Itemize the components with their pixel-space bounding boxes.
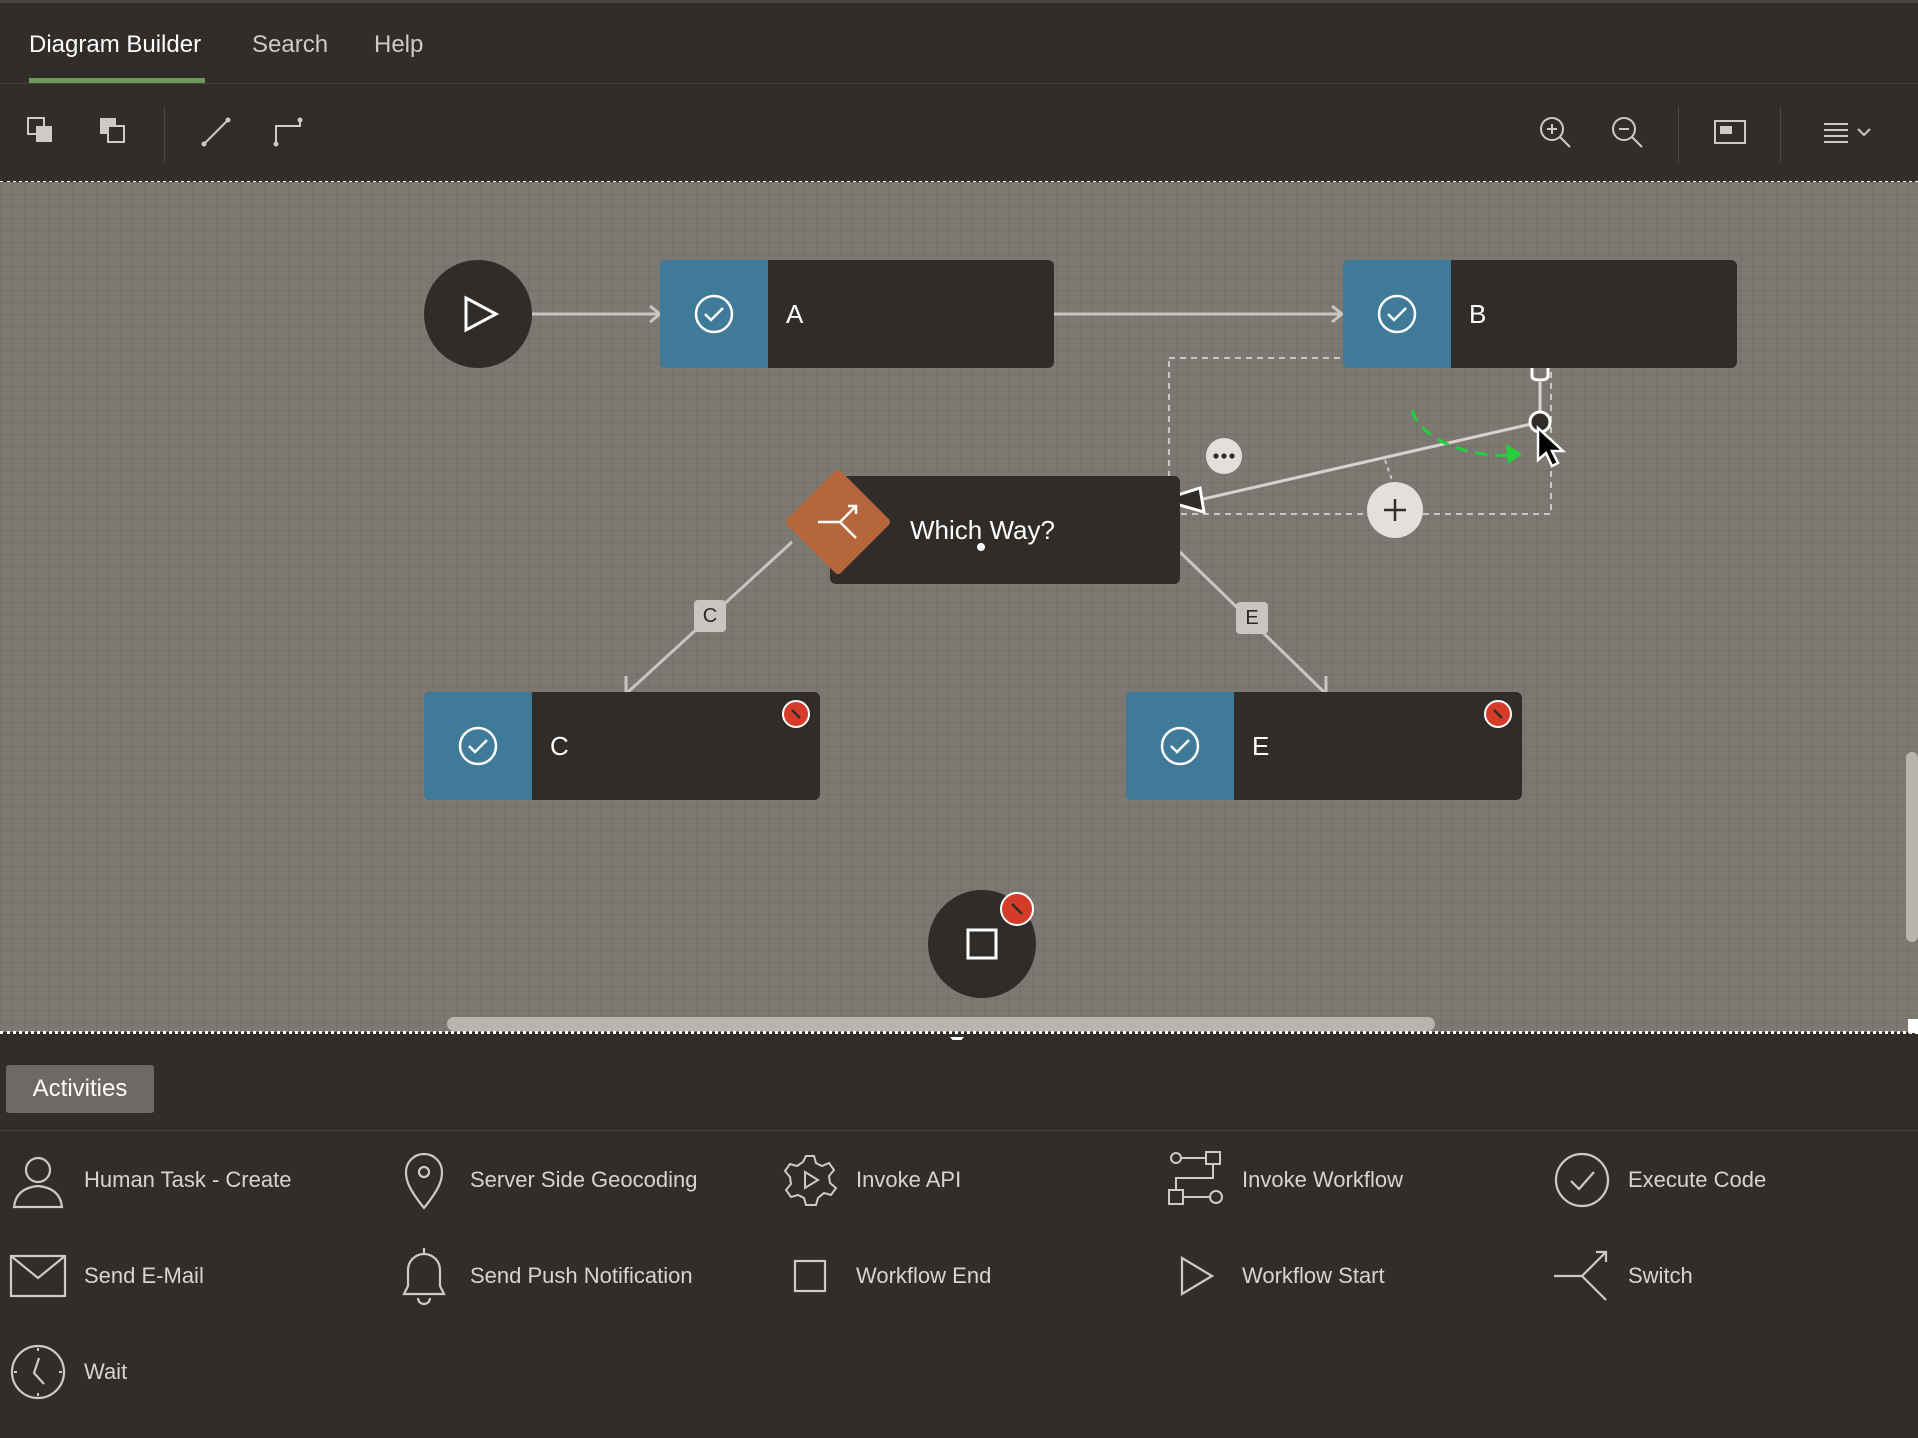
plus-icon [1384, 499, 1406, 521]
activity-node-icon-box [1126, 692, 1234, 800]
zoom-out-icon [1612, 117, 1643, 148]
edge-label-c[interactable]: C [694, 600, 726, 632]
activity-server-side-geocoding[interactable]: Server Side Geocoding [394, 1148, 697, 1212]
play-icon [1180, 1256, 1215, 1296]
workflow-icon [1168, 1151, 1223, 1205]
play-icon [464, 295, 500, 333]
diagram-canvas[interactable]: A B Which Way? C E C E [0, 182, 1918, 1032]
tab-bar: Diagram Builder Search Help [0, 3, 1918, 84]
person-icon [12, 1156, 64, 1209]
activity-node-a[interactable]: A [660, 260, 1054, 368]
fit-view-button[interactable] [1706, 108, 1754, 156]
workflow-start-node[interactable] [424, 260, 532, 368]
toolbar-separator [1678, 106, 1679, 162]
error-icon [1011, 903, 1023, 915]
toolbar [0, 84, 1918, 182]
activity-node-e[interactable]: E [1126, 692, 1522, 800]
send-backward-icon [100, 118, 125, 143]
tab-diagram-builder[interactable]: Diagram Builder [29, 31, 201, 59]
elbow-connector-icon [273, 117, 303, 147]
zoom-out-button[interactable] [1603, 108, 1651, 156]
active-tab-indicator [29, 78, 205, 83]
canvas-bottom-border [0, 1031, 1918, 1034]
menu-button[interactable] [1818, 108, 1878, 156]
bell-icon [402, 1248, 446, 1306]
activity-execute-code[interactable]: Execute Code [1552, 1148, 1766, 1212]
activity-human-task-create[interactable]: Human Task - Create [8, 1148, 291, 1212]
horizontal-scrollbar[interactable] [447, 1017, 1435, 1031]
error-badge[interactable] [1000, 892, 1034, 926]
node-label-switch: Which Way? [910, 515, 1055, 545]
activity-workflow-start[interactable]: Workflow Start [1166, 1244, 1385, 1308]
vertical-scrollbar[interactable] [1906, 752, 1918, 942]
bring-forward-icon [27, 117, 52, 142]
activity-node-b[interactable]: B [1343, 260, 1737, 368]
switch-icon [818, 504, 858, 539]
add-node-button[interactable] [1367, 482, 1423, 538]
error-badge[interactable] [1484, 700, 1512, 728]
mouse-pointer-icon [1536, 425, 1567, 468]
activity-send-email[interactable]: Send E-Mail [8, 1244, 204, 1308]
tab-activities[interactable]: Activities [6, 1065, 154, 1113]
activity-node-icon-box [1343, 260, 1451, 368]
straight-connector-icon [201, 117, 231, 147]
check-circle-icon [458, 726, 498, 766]
activity-switch[interactable]: Switch [1552, 1244, 1693, 1308]
toolbar-separator [1780, 106, 1781, 162]
activity-send-push-notification[interactable]: Send Push Notification [394, 1244, 693, 1308]
check-circle-icon [694, 294, 734, 334]
error-badge[interactable] [782, 700, 810, 728]
activity-invoke-workflow[interactable]: Invoke Workflow [1166, 1148, 1403, 1212]
node-label-c: C [550, 731, 569, 761]
activity-node-icon-box [660, 260, 768, 368]
activities-panel: Activities Human Task - Create Server Si… [0, 1040, 1918, 1438]
zoom-in-icon [1540, 117, 1571, 148]
menu-icon [1824, 123, 1871, 143]
resize-handle[interactable] [1908, 1019, 1918, 1033]
zoom-in-button[interactable] [1531, 108, 1579, 156]
node-label-a: A [786, 299, 804, 329]
tab-search[interactable]: Search [252, 31, 328, 59]
tab-help[interactable]: Help [374, 31, 423, 59]
panel-header [0, 1060, 1918, 1131]
error-icon [791, 709, 801, 719]
gear-icon [783, 1155, 838, 1206]
node-label-b: B [1469, 299, 1487, 329]
error-icon [1493, 709, 1503, 719]
activity-node-c[interactable]: C [424, 692, 820, 800]
check-circle-icon [1377, 294, 1417, 334]
clock-icon [10, 1344, 66, 1400]
activity-workflow-end[interactable]: Workflow End [780, 1244, 991, 1308]
node-port[interactable] [975, 541, 987, 553]
toolbar-separator [164, 106, 165, 162]
node-label-e: E [1252, 731, 1270, 761]
more-icon [1213, 453, 1235, 459]
check-circle-icon [1160, 726, 1200, 766]
bring-forward-button[interactable] [18, 108, 66, 156]
square-icon [793, 1259, 827, 1293]
fit-view-icon [1714, 120, 1746, 144]
connector-more-button[interactable] [1206, 438, 1242, 474]
activity-wait[interactable]: Wait [8, 1340, 127, 1404]
edge-label-e[interactable]: E [1236, 602, 1268, 634]
switch-icon [1554, 1250, 1608, 1301]
activity-invoke-api[interactable]: Invoke API [780, 1148, 961, 1212]
activity-node-icon-box [424, 692, 532, 800]
map-pin-icon [404, 1152, 444, 1210]
straight-connector-button[interactable] [192, 108, 240, 156]
send-backward-button[interactable] [90, 108, 138, 156]
envelope-icon [9, 1254, 67, 1298]
elbow-connector-button[interactable] [264, 108, 312, 156]
check-circle-icon [1554, 1152, 1610, 1208]
